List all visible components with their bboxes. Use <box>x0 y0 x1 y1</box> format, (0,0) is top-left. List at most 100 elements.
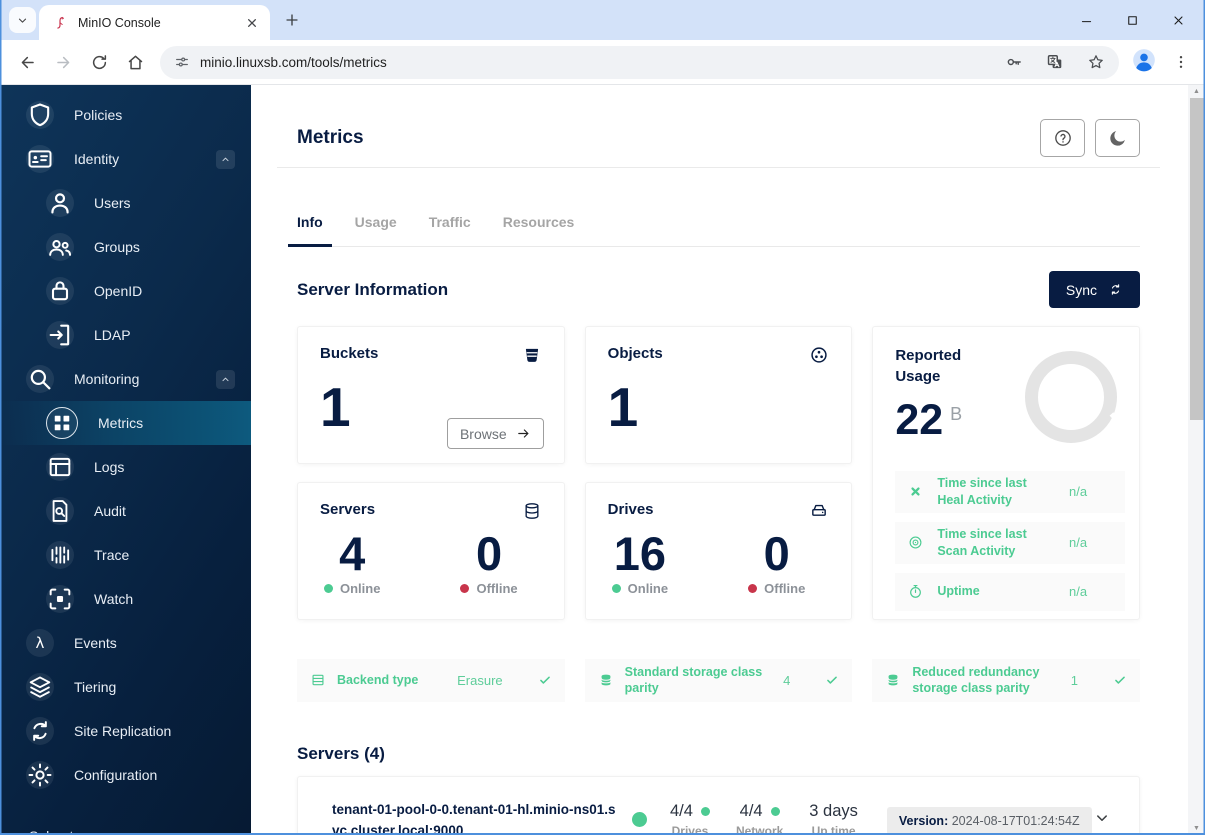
sidebar-item-label: Tiering <box>74 679 117 695</box>
sidebar-item-label: Watch <box>94 591 134 607</box>
chevron-down-icon <box>16 14 29 27</box>
url-text[interactable]: minio.linuxsb.com/tools/metrics <box>200 55 988 70</box>
sidebar-item-configuration[interactable]: Configuration <box>0 753 251 797</box>
star-icon <box>1087 53 1105 71</box>
sync-button[interactable]: Sync <box>1048 271 1140 308</box>
minimize-button[interactable] <box>1063 0 1109 40</box>
metrics-tabs: Info Usage Traffic Resources <box>288 214 1140 247</box>
usage-row-label: Time since last Heal Activity <box>937 476 1027 507</box>
sidebar: Policies Identity Users Groups OpenID LD… <box>0 85 251 835</box>
sidebar-item-logs[interactable]: Logs <box>0 445 251 489</box>
sidebar-item-monitoring[interactable]: Monitoring <box>0 357 251 401</box>
sidebar-item-events[interactable]: λ Events <box>0 621 251 665</box>
tab-close-icon[interactable] <box>244 15 260 31</box>
shield-icon <box>26 101 54 129</box>
sidebar-item-trace[interactable]: Trace <box>0 533 251 577</box>
collapse-section-button[interactable] <box>216 149 235 169</box>
objects-icon <box>809 345 829 365</box>
maximize-button[interactable] <box>1109 0 1155 40</box>
collapse-section-button[interactable] <box>216 369 235 389</box>
online-dot <box>611 584 621 594</box>
tab-usage[interactable]: Usage <box>355 214 397 246</box>
sidebar-item-watch[interactable]: Watch <box>0 577 251 621</box>
login-arrow-icon <box>46 321 74 349</box>
sidebar-item-groups[interactable]: Groups <box>0 225 251 269</box>
site-settings-icon[interactable] <box>174 54 190 70</box>
strip-label: Standard storage class parity <box>624 665 763 696</box>
buckets-card: Buckets 1 Browse <box>297 326 565 464</box>
window-controls <box>1063 0 1201 40</box>
sidebar-item-label: Trace <box>94 547 130 563</box>
forward-button[interactable] <box>46 45 80 79</box>
close-button[interactable] <box>1155 0 1201 40</box>
tab-traffic[interactable]: Traffic <box>429 214 471 246</box>
sidebar-item-site-replication[interactable]: Site Replication <box>0 709 251 753</box>
sidebar-item-label: Logs <box>94 459 125 475</box>
user-icon <box>46 189 74 217</box>
sidebar-item-ldap[interactable]: LDAP <box>0 313 251 357</box>
card-title: Drives <box>607 501 654 518</box>
password-manager-button[interactable] <box>998 47 1029 78</box>
servers-card: Servers 4 Online 0 Offline <box>297 482 565 620</box>
id-card-icon <box>26 145 54 173</box>
tab-info[interactable]: Info <box>288 214 332 247</box>
browser-menu-button[interactable] <box>1167 48 1195 76</box>
new-tab-button[interactable] <box>283 11 301 29</box>
sidebar-item-policies[interactable]: Policies <box>0 93 251 137</box>
objects-count: 1 <box>607 376 639 438</box>
card-title: Buckets <box>320 345 379 362</box>
sidebar-item-metrics[interactable]: Metrics <box>0 401 251 445</box>
sidebar-item-identity[interactable]: Identity <box>0 137 251 181</box>
usage-row-heal: Time since last Heal Activity n/a <box>895 471 1125 513</box>
server-hostname: tenant-01-pool-0-0.tenant-01-hl.minio-ns… <box>332 801 616 835</box>
back-arrow-icon <box>18 53 37 72</box>
usage-row-value: n/a <box>1068 484 1088 500</box>
profile-button[interactable] <box>1131 47 1161 77</box>
back-button[interactable] <box>10 45 44 79</box>
server-row: tenant-01-pool-0-0.tenant-01-hl.minio-ns… <box>297 775 1140 835</box>
browser-tab[interactable]: MinIO Console <box>39 5 270 40</box>
bookmark-button[interactable] <box>1080 47 1111 78</box>
sidebar-item-subnet[interactable]: Subnet <box>29 828 73 835</box>
lock-icon <box>46 277 74 305</box>
green-dot <box>700 806 710 816</box>
stat-label: Network <box>735 823 784 835</box>
scrollbar-thumb[interactable] <box>1189 98 1204 420</box>
browser-toolbar: minio.linuxsb.com/tools/metrics <box>0 40 1205 85</box>
sidebar-item-users[interactable]: Users <box>0 181 251 225</box>
sidebar-item-openid[interactable]: OpenID <box>0 269 251 313</box>
browse-button[interactable]: Browse <box>446 418 544 449</box>
translate-button[interactable] <box>1039 47 1070 78</box>
tab-resources[interactable]: Resources <box>503 214 575 246</box>
online-label: Online <box>340 581 381 597</box>
sync-icon <box>1108 282 1123 297</box>
sidebar-item-label: Policies <box>74 107 123 123</box>
reload-button[interactable] <box>82 45 116 79</box>
tab-search-button[interactable] <box>9 7 36 33</box>
dark-mode-button[interactable] <box>1095 119 1140 157</box>
stat-value: 4/4 <box>739 801 763 820</box>
page-scrollbar[interactable]: ▲ ▼ <box>1188 85 1205 835</box>
card-title: Reported Usage <box>895 347 962 385</box>
backend-type-strip: Backend type Erasure <box>297 659 565 702</box>
expand-server-chevron[interactable] <box>1093 809 1111 827</box>
scroll-down-arrow[interactable]: ▼ <box>1188 822 1205 835</box>
minio-favicon-icon <box>53 15 69 31</box>
arrow-right-icon <box>516 426 531 441</box>
url-bar[interactable]: minio.linuxsb.com/tools/metrics <box>160 45 1119 79</box>
home-button[interactable] <box>118 45 152 79</box>
help-button[interactable] <box>1040 119 1085 157</box>
usage-value: 22 <box>895 396 944 444</box>
sidebar-item-audit[interactable]: Audit <box>0 489 251 533</box>
scroll-up-arrow[interactable]: ▲ <box>1188 85 1205 98</box>
storage-class-icon <box>885 672 901 688</box>
standard-parity-strip: Standard storage class parity 4 <box>584 659 853 702</box>
server-stat-drives: 4/4 Drives <box>670 802 710 835</box>
moon-icon <box>1108 128 1128 148</box>
sidebar-item-tiering[interactable]: Tiering <box>0 665 251 709</box>
sidebar-item-label: Users <box>94 195 131 211</box>
usage-row-label: Time since last Scan Activity <box>937 526 1027 558</box>
three-dots-icon <box>1172 53 1190 71</box>
servers-list-title: Servers (4) <box>297 743 385 763</box>
sidebar-item-label: Groups <box>94 239 140 255</box>
